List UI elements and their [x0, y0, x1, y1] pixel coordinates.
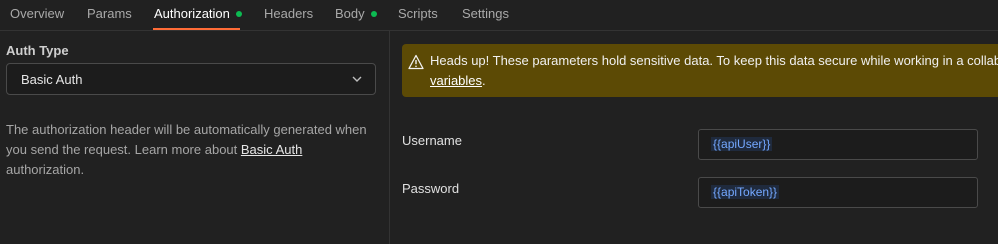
help-suffix: authorization.: [6, 162, 85, 177]
warning-message: Heads up! These parameters hold sensitiv…: [430, 53, 998, 68]
auth-help-text: The authorization header will be automat…: [6, 120, 376, 180]
warning-icon: [408, 54, 424, 70]
modified-dot-icon: [370, 11, 377, 17]
password-variable: {{apiToken}}: [711, 185, 780, 199]
tab-params[interactable]: Params: [87, 0, 132, 30]
username-variable: {{apiUser}}: [711, 137, 773, 151]
request-tabs: Overview Params Authorization Headers Bo…: [0, 0, 998, 31]
auth-type-label: Auth Type: [6, 43, 69, 58]
basic-auth-link[interactable]: Basic Auth: [241, 142, 302, 157]
modified-dot-icon: [235, 11, 242, 17]
tab-overview[interactable]: Overview: [10, 0, 64, 30]
username-field[interactable]: {{apiUser}}: [698, 129, 978, 160]
tab-label: Authorization: [154, 6, 230, 21]
tab-settings[interactable]: Settings: [462, 0, 509, 30]
help-prefix: The authorization header will be automat…: [6, 122, 367, 157]
warning-text: Heads up! These parameters hold sensitiv…: [430, 51, 998, 91]
tab-body[interactable]: Body: [335, 0, 377, 30]
chevron-down-icon: [352, 76, 362, 82]
auth-type-select[interactable]: Basic Auth: [6, 63, 376, 95]
tab-label: Body: [335, 6, 365, 21]
sensitive-data-warning-banner: Heads up! These parameters hold sensitiv…: [402, 44, 998, 97]
tab-authorization[interactable]: Authorization: [154, 0, 242, 30]
tab-scripts[interactable]: Scripts: [398, 0, 438, 30]
active-tab-indicator: [153, 28, 240, 30]
password-label: Password: [402, 181, 460, 196]
auth-type-value: Basic Auth: [21, 72, 83, 87]
warning-tail: .: [482, 73, 486, 88]
password-field[interactable]: {{apiToken}}: [698, 177, 978, 208]
username-label: Username: [402, 133, 462, 148]
auth-type-panel: Auth Type Basic Auth The authorization h…: [0, 31, 390, 244]
variables-link[interactable]: variables: [430, 73, 482, 88]
tab-headers[interactable]: Headers: [264, 0, 313, 30]
